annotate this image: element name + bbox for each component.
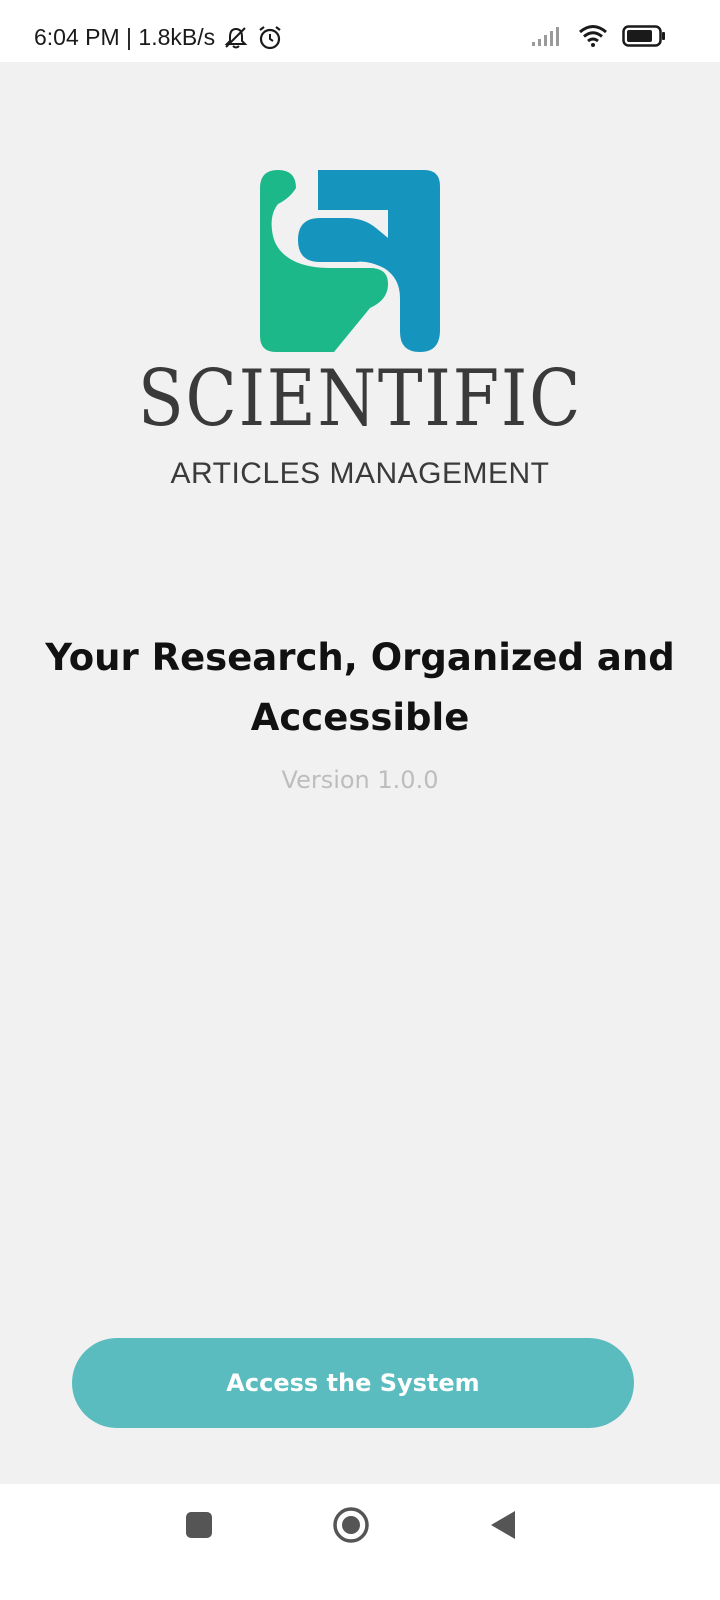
tagline: Your Research, Organized and Accessible bbox=[45, 636, 675, 739]
version-label: Version 1.0.0 bbox=[281, 766, 439, 794]
logo-wordmark: SCIENTIFIC bbox=[137, 354, 583, 444]
logo-subtitle: ARTICLES MANAGEMENT bbox=[170, 457, 550, 490]
signal-icon bbox=[532, 27, 559, 46]
back-triangle-icon bbox=[491, 1511, 515, 1539]
status-right bbox=[530, 24, 666, 48]
status-left: 6:04 PM | 1.8kB/s bbox=[34, 24, 283, 51]
home-circle-icon bbox=[333, 1507, 369, 1543]
access-system-button[interactable]: Access the System bbox=[72, 1338, 634, 1428]
recents-button[interactable] bbox=[176, 1502, 222, 1548]
battery-icon bbox=[622, 25, 665, 47]
system-nav-bar bbox=[0, 1484, 720, 1600]
wifi-icon bbox=[579, 25, 607, 47]
status-bar: 6:04 PM | 1.8kB/s bbox=[0, 0, 720, 62]
app-logo-icon bbox=[260, 170, 440, 352]
recents-square-icon bbox=[186, 1512, 212, 1538]
alarm-icon bbox=[259, 25, 281, 49]
home-button[interactable] bbox=[326, 1500, 376, 1550]
status-separator: | bbox=[119, 24, 139, 50]
network-speed: 1.8kB/s bbox=[138, 24, 216, 50]
status-time: 6:04 PM bbox=[34, 24, 120, 50]
bell-off-icon bbox=[224, 26, 248, 48]
back-button[interactable] bbox=[480, 1502, 526, 1548]
